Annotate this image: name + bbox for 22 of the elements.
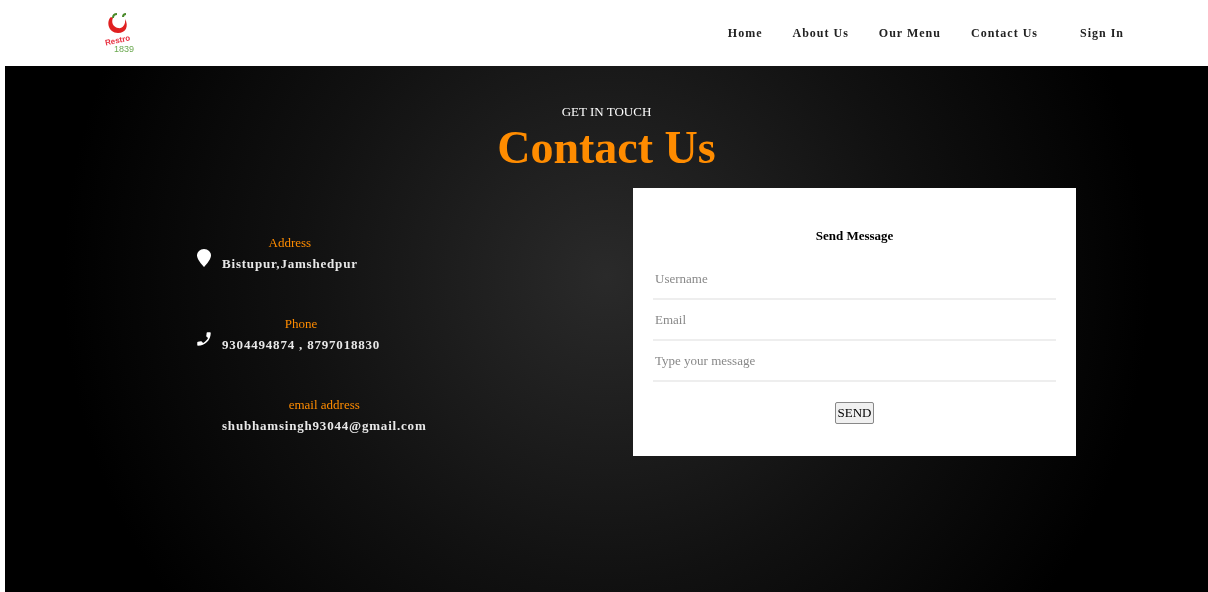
logo-year: 1839	[114, 44, 134, 54]
location-pin-icon	[196, 248, 211, 267]
nav-link[interactable]: Our Menu	[878, 24, 941, 42]
contact-value: Bistupur,Jamshedpur	[222, 254, 358, 273]
input-field[interactable]: Type your message	[653, 341, 1056, 382]
contact-label: Address	[268, 233, 312, 252]
contact-label: email address	[288, 395, 360, 414]
input-field[interactable]: Username	[653, 259, 1056, 300]
nav-link[interactable]: Contact Us	[970, 24, 1038, 42]
nav-link[interactable]: About Us	[792, 24, 849, 42]
contact-value: shubhamsingh93044@gmail.com	[222, 416, 427, 435]
eyebrow-text: GET IN TOUCH	[561, 103, 652, 121]
card-title: Send Message	[815, 226, 894, 245]
page-title: Contact Us	[497, 121, 716, 174]
nav-link[interactable]: Sign In	[1079, 24, 1124, 42]
nav-link[interactable]: Home	[727, 24, 763, 42]
phone-icon	[194, 329, 213, 348]
send-button[interactable]: SEND	[834, 402, 875, 424]
contact-value: 9304494874 , 8797018830	[222, 335, 381, 354]
restro-logo[interactable]: Restro 1839	[98, 12, 138, 54]
input-field[interactable]: Email	[653, 300, 1056, 341]
contact-label: Phone	[284, 314, 318, 333]
